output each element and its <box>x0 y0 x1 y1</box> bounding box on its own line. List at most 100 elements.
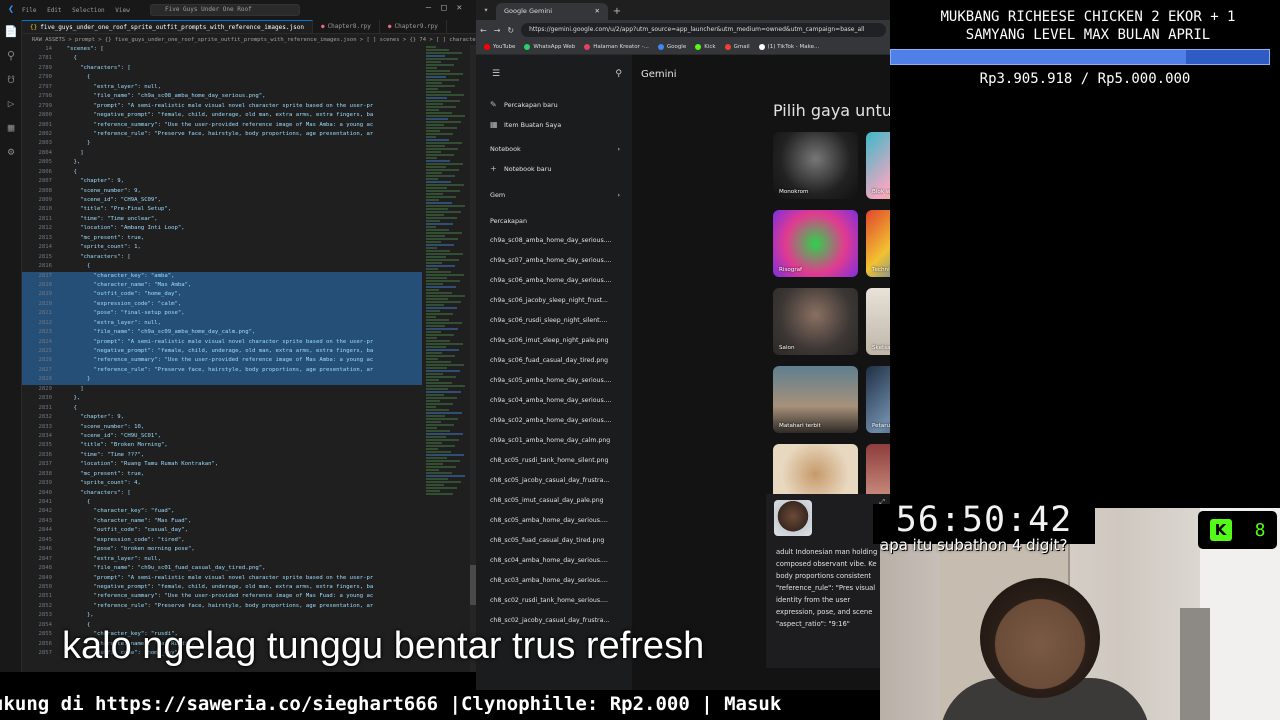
bookmark[interactable]: Halaman Kreator -... <box>584 44 649 50</box>
code-line[interactable]: 2833 "scene_number": 10, <box>22 423 422 432</box>
code-line[interactable]: 2831 { <box>22 404 422 413</box>
style-card[interactable]: Salon <box>773 288 858 355</box>
code-line[interactable]: 2842 "character_key": "fuad", <box>22 507 422 516</box>
code-line[interactable]: 2828 } <box>22 375 422 385</box>
code-line[interactable]: 2818 "character_name": "Mas Amba", <box>22 280 422 291</box>
code-line[interactable]: 2804 ] <box>22 149 422 158</box>
minimap[interactable] <box>424 45 470 672</box>
code-line[interactable]: 2814 "sprite_count": 1, <box>22 243 422 252</box>
conversation-item[interactable]: ch8_sc05_rusdi_tank_home_silent.png <box>476 451 632 471</box>
code-line[interactable]: 2849 "prompt": "A semi-realistic male vi… <box>22 574 422 583</box>
menu-selection[interactable]: Selection <box>72 7 105 14</box>
code-line[interactable]: 2813 "mc_present": true, <box>22 234 422 243</box>
conversation-item[interactable]: ch9a_sc07_amba_home_day_serious.... <box>476 251 632 271</box>
conversation-item[interactable]: ch9a_sc06_imut_sleep_night_pale.png <box>476 331 632 351</box>
address-bar[interactable]: https://gemini.google.com/u/2/app?utm_so… <box>521 23 886 37</box>
code-line[interactable]: 2836 "time": "Time ???", <box>22 451 422 460</box>
tab-search-icon[interactable]: ▾ <box>476 0 496 20</box>
code-line[interactable]: 2806 { <box>22 168 422 177</box>
code-line[interactable]: 2852 "reference_rule": "Preserve face, h… <box>22 602 422 611</box>
reference-thumbnail[interactable] <box>774 500 812 536</box>
source-control-icon[interactable]: ☋ <box>0 68 22 92</box>
search-icon[interactable]: ⚲ <box>0 44 22 68</box>
conversation-item[interactable]: ch9a_sc05_amba_home_day_serious.... <box>476 371 632 391</box>
code-line[interactable]: 2839 "sprite_count": 4, <box>22 479 422 488</box>
menu-edit[interactable]: Edit <box>47 7 61 14</box>
code-line[interactable]: 2851 "reference_summary": "Use the user-… <box>22 592 422 601</box>
bookmark[interactable]: YouTube <box>484 44 515 50</box>
bookmark[interactable]: Gmail <box>724 44 750 50</box>
conversation-item[interactable]: ch9a_sc01_amba_home_day_calm.png <box>476 431 632 451</box>
search-icon[interactable]: ⚲ <box>615 69 622 95</box>
tab-chapter9[interactable]: ● Chapter9.rpy <box>380 20 447 33</box>
code-line[interactable]: 2829 ] <box>22 385 422 394</box>
style-card[interactable]: Risograf <box>773 210 858 277</box>
menu-file[interactable]: File <box>22 7 36 14</box>
code-line[interactable]: 2819 "outfit_code": "home_day", <box>22 290 422 300</box>
code-line[interactable]: 2811 "time": "Time unclear", <box>22 215 422 224</box>
code-line[interactable]: 2826 "reference_summary": "Use the user-… <box>22 356 422 366</box>
code-line[interactable]: 2847 "extra_layer": null, <box>22 555 422 564</box>
back-icon[interactable]: ← <box>480 26 487 35</box>
code-line[interactable]: 2827 "reference_rule": "Preserve face, h… <box>22 365 422 376</box>
code-line[interactable]: 2835 "title": "Broken Morning", <box>22 441 422 450</box>
conversation-item[interactable]: ch9a_sc06_rusdi_sleep_night_silent.... <box>476 311 632 331</box>
code-line[interactable]: 2808 "scene_number": 9, <box>22 187 422 196</box>
code-line[interactable]: 2844 "outfit_code": "casual_day", <box>22 526 422 535</box>
conversation-item[interactable]: ch8_sc02_rusdi_tank_home_serious.... <box>476 591 632 611</box>
bookmark[interactable]: Kick <box>695 44 716 50</box>
code-line[interactable]: 2853 }, <box>22 611 422 620</box>
code-line[interactable]: 2840 "characters": [ <box>22 489 422 498</box>
code-line[interactable]: 2799 "prompt": "A semi-realistic male vi… <box>22 102 422 111</box>
code-line[interactable]: 2850 "negative_prompt": "female, child, … <box>22 583 422 592</box>
new-tab-button[interactable]: + <box>608 3 626 20</box>
code-line[interactable]: 2810 "title": "Pre-Final Setup", <box>22 205 422 214</box>
menu-icon[interactable]: ☰ <box>492 69 500 95</box>
conversation-item[interactable]: ch9a_sc08_amba_home_day_serious.... <box>476 231 632 251</box>
code-line[interactable]: 2820 "expression_code": "calm", <box>22 299 422 310</box>
bookmark[interactable]: Google <box>657 44 686 50</box>
bookmark[interactable]: (1) TikTok - Make... <box>758 44 819 50</box>
code-line[interactable]: 2832 "chapter": 9, <box>22 413 422 422</box>
bookmark[interactable]: WhatsApp Web <box>524 44 575 50</box>
code-line[interactable]: 2825 "negative_prompt": "female, child, … <box>22 347 422 357</box>
code-line[interactable]: 2830 }, <box>22 394 422 403</box>
code-line[interactable]: 2838 "mc_present": true, <box>22 470 422 479</box>
code-line[interactable]: 2824 "prompt": "A semi-realistic male vi… <box>22 337 422 347</box>
code-line[interactable]: 2843 "character_name": "Mas Fuad", <box>22 517 422 526</box>
reload-icon[interactable]: ↻ <box>507 26 514 35</box>
conversation-item[interactable]: ch8_sc05_jacoby_casual_day_frustra... <box>476 471 632 491</box>
code-line[interactable]: 2805 }, <box>22 158 422 167</box>
code-line[interactable]: 2801 "reference_summary": "Use the user-… <box>22 121 422 130</box>
conversation-item[interactable]: ch8_sc05_fuad_casual_day_tired.png <box>476 531 632 551</box>
window-controls[interactable]: —□✕ <box>426 3 472 13</box>
conversation-item[interactable]: ch8_sc05_amba_home_day_serious.... <box>476 511 632 531</box>
code-line[interactable]: 2802 "reference_rule": "Preserve face, h… <box>22 130 422 139</box>
gemini-brand[interactable]: Gemini <box>632 55 890 80</box>
code-line[interactable]: 2815 "characters": [ <box>22 253 422 262</box>
tab-json-file[interactable]: {} five_guys_under_one_roof_sprite_outfit… <box>22 20 313 33</box>
code-line[interactable]: 2807 "chapter": 9, <box>22 177 422 186</box>
conversation-item[interactable]: ch9a_sc06_fuad_casual_day_tired.png <box>476 351 632 371</box>
my-items-button[interactable]: ▦ Item Buatan Saya <box>476 115 632 135</box>
gems-section[interactable]: Gem › <box>476 185 632 205</box>
conversation-item[interactable]: ch8_sc04_amba_home_day_serious.... <box>476 551 632 571</box>
conversation-item[interactable]: ch9a_sc02_amba_home_day_serious.... <box>476 411 632 431</box>
code-line[interactable]: 2846 "pose": "broken morning pose", <box>22 545 422 554</box>
tab-google-gemini[interactable]: Google Gemini ✕ <box>496 3 608 20</box>
code-line[interactable]: 2834 "scene_id": "CH9U_SC01", <box>22 432 422 441</box>
code-line[interactable]: 2823 "file_name": "ch9a_sc09_amba_home_d… <box>22 328 422 338</box>
forward-icon[interactable]: → <box>494 26 501 35</box>
code-line[interactable]: 2797 "extra_layer": null, <box>22 83 422 92</box>
code-line[interactable]: 2809 "scene_id": "CH9A_SC09", <box>22 196 422 205</box>
code-line[interactable]: 2837 "location": "Ruang Tamu Rumah Kontr… <box>22 460 422 469</box>
code-line[interactable]: 2845 "expression_code": "tired", <box>22 536 422 545</box>
code-line[interactable]: 2800 "negative_prompt": "female, child, … <box>22 111 422 120</box>
conversation-item[interactable]: ch9a_sc06_amba_home_day_serious.... <box>476 271 632 291</box>
style-card[interactable]: Matahari terbit <box>773 366 858 433</box>
code-line[interactable]: 2821 "pose": "final-setup pose", <box>22 309 422 319</box>
conversation-item[interactable]: ch9a_sc04_amba_home_day_serious.... <box>476 391 632 411</box>
code-line[interactable]: 2798 "file_name": "ch9a_sc08_amba_home_d… <box>22 92 422 101</box>
code-line[interactable]: 2789 "characters": [ <box>22 64 422 73</box>
code-line[interactable]: 2848 "file_name": "ch9u_sc01_fuad_casual… <box>22 564 422 573</box>
